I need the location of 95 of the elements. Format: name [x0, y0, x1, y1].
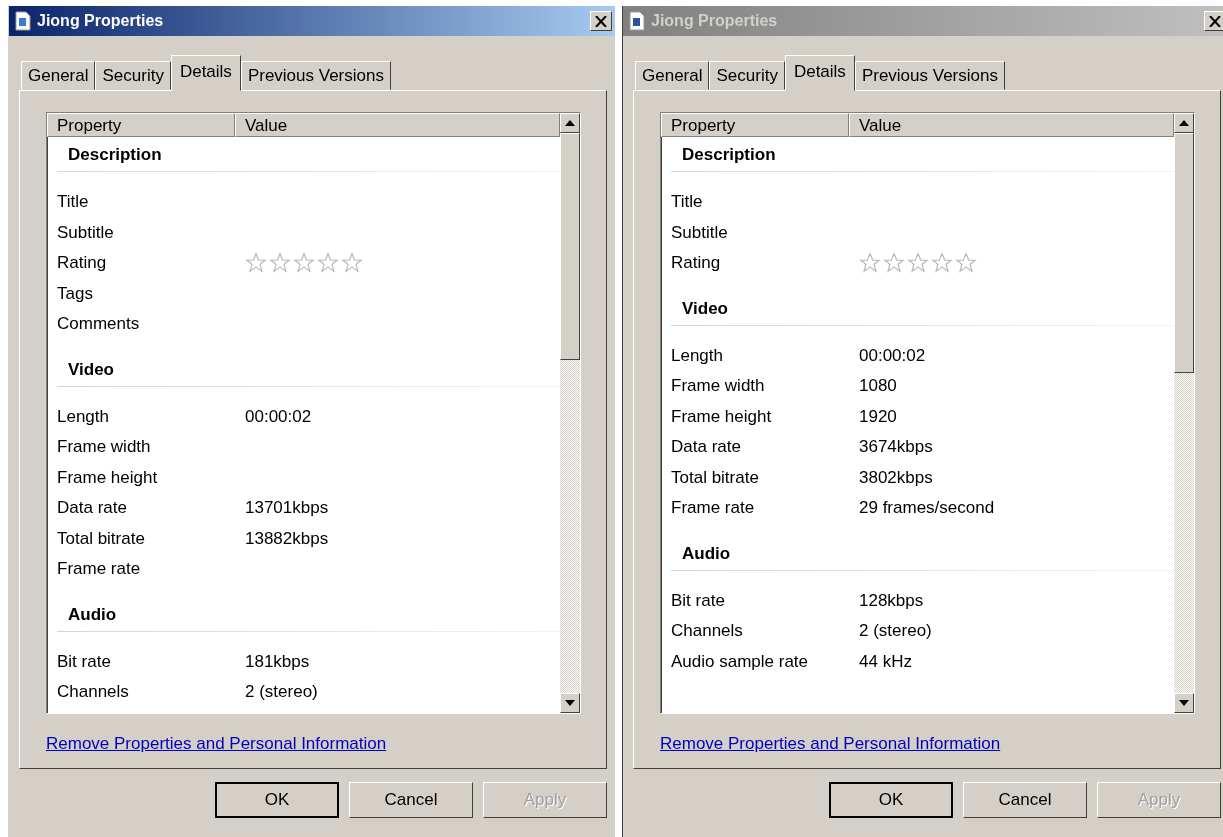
property-name: Length — [671, 345, 724, 366]
star-icon[interactable] — [907, 252, 929, 275]
close-icon — [1209, 15, 1221, 27]
property-name: Data rate — [57, 498, 128, 519]
document-icon — [629, 11, 645, 31]
document-icon — [15, 11, 31, 31]
property-name: Bit rate — [671, 590, 726, 611]
property-name: Comments — [57, 314, 141, 335]
tab[interactable]: Previous Versions — [240, 61, 391, 90]
property-value: 29 frames/second — [859, 498, 995, 519]
remove-properties-link[interactable]: Remove Properties and Personal Information — [46, 734, 387, 754]
tab[interactable]: Security — [95, 61, 171, 90]
property-value: 1080 — [859, 376, 897, 397]
remove-properties-link[interactable]: Remove Properties and Personal Information — [660, 734, 1001, 754]
property-name: Frame rate — [671, 498, 756, 519]
rating-stars[interactable] — [859, 252, 977, 275]
window-title: Jiong Properties — [651, 12, 779, 30]
close-icon — [595, 15, 607, 27]
star-icon[interactable] — [883, 252, 905, 275]
property-name: Frame height — [57, 467, 159, 488]
section-heading: Description — [67, 144, 163, 166]
dialog-button[interactable]: OK — [829, 782, 953, 818]
property-value: 1920 — [859, 406, 897, 427]
property-name: Bit rate — [57, 651, 112, 672]
property-value: 2 (stereo) — [245, 682, 318, 703]
star-icon[interactable] — [293, 252, 315, 275]
property-name: Frame height — [671, 406, 773, 427]
dialog-button[interactable]: OK — [215, 782, 339, 818]
star-icon[interactable] — [317, 252, 339, 275]
column-header[interactable]: Property — [47, 113, 235, 137]
star-icon[interactable] — [859, 252, 881, 275]
close-button[interactable] — [1204, 11, 1223, 31]
close-button[interactable] — [590, 11, 612, 31]
scrollbar[interactable] — [560, 113, 580, 713]
section-heading: Video — [681, 297, 729, 320]
down-arrow-icon — [565, 700, 575, 706]
property-name: Frame rate — [57, 559, 142, 580]
property-value: 00:00:02 — [245, 406, 312, 427]
property-value: 13701kbps — [245, 498, 329, 519]
property-name: Data rate — [671, 437, 742, 458]
property-name: Subtitle — [671, 222, 729, 243]
scroll-down-button[interactable] — [560, 693, 580, 713]
star-icon[interactable] — [931, 252, 953, 275]
property-name: Subtitle — [57, 222, 115, 243]
window-title: Jiong Properties — [37, 12, 165, 30]
property-value: 00:00:02 — [859, 345, 926, 366]
star-icon[interactable] — [955, 252, 977, 275]
property-name: Channels — [57, 682, 130, 703]
property-value: 3802kbps — [859, 467, 933, 488]
dialog-button[interactable]: Cancel — [963, 782, 1087, 818]
star-icon[interactable] — [341, 252, 363, 275]
property-name: Title — [671, 192, 704, 213]
property-value: 3674kbps — [859, 437, 933, 458]
star-icon[interactable] — [269, 252, 291, 275]
property-name: Rating — [57, 253, 108, 274]
property-value: 128kbps — [859, 590, 924, 611]
star-icon[interactable] — [245, 252, 267, 275]
column-header[interactable]: Property — [661, 113, 849, 137]
section-heading: Video — [67, 358, 115, 381]
section-heading: Description — [681, 144, 777, 166]
scroll-up-button[interactable] — [1174, 113, 1194, 133]
property-name: Total bitrate — [57, 528, 146, 549]
scroll-down-button[interactable] — [1174, 693, 1194, 713]
rating-stars[interactable] — [245, 252, 363, 275]
property-name: Frame width — [57, 437, 152, 458]
property-name: Title — [57, 192, 90, 213]
property-value: 181kbps — [245, 651, 310, 672]
property-name: Length — [57, 406, 110, 427]
scrollbar[interactable] — [1174, 113, 1194, 713]
dialog-button[interactable]: Cancel — [349, 782, 473, 818]
tab[interactable]: General — [635, 61, 710, 90]
property-name: Audio sample rate — [671, 651, 810, 672]
property-name: Frame width — [671, 376, 766, 397]
scroll-up-button[interactable] — [560, 113, 580, 133]
tab[interactable]: Security — [709, 61, 785, 90]
property-name: Total bitrate — [671, 467, 760, 488]
tab[interactable]: Previous Versions — [854, 61, 1005, 90]
section-heading: Audio — [681, 542, 732, 565]
column-header[interactable]: Value — [235, 113, 560, 137]
section-heading: Audio — [67, 603, 118, 626]
scroll-thumb[interactable] — [560, 133, 580, 360]
scroll-thumb[interactable] — [1174, 133, 1194, 373]
up-arrow-icon — [565, 120, 575, 126]
property-name: Rating — [671, 253, 722, 274]
property-value: 2 (stereo) — [859, 621, 932, 642]
tab[interactable]: Details — [170, 55, 241, 91]
property-value: 44 kHz — [859, 651, 912, 672]
up-arrow-icon — [1179, 120, 1189, 126]
property-name: Tags — [57, 283, 94, 304]
tab[interactable]: General — [21, 61, 96, 90]
down-arrow-icon — [1179, 700, 1189, 706]
property-value: 13882kbps — [245, 528, 329, 549]
property-name: Channels — [671, 621, 744, 642]
column-header[interactable]: Value — [849, 113, 1174, 137]
tab[interactable]: Details — [784, 55, 855, 91]
